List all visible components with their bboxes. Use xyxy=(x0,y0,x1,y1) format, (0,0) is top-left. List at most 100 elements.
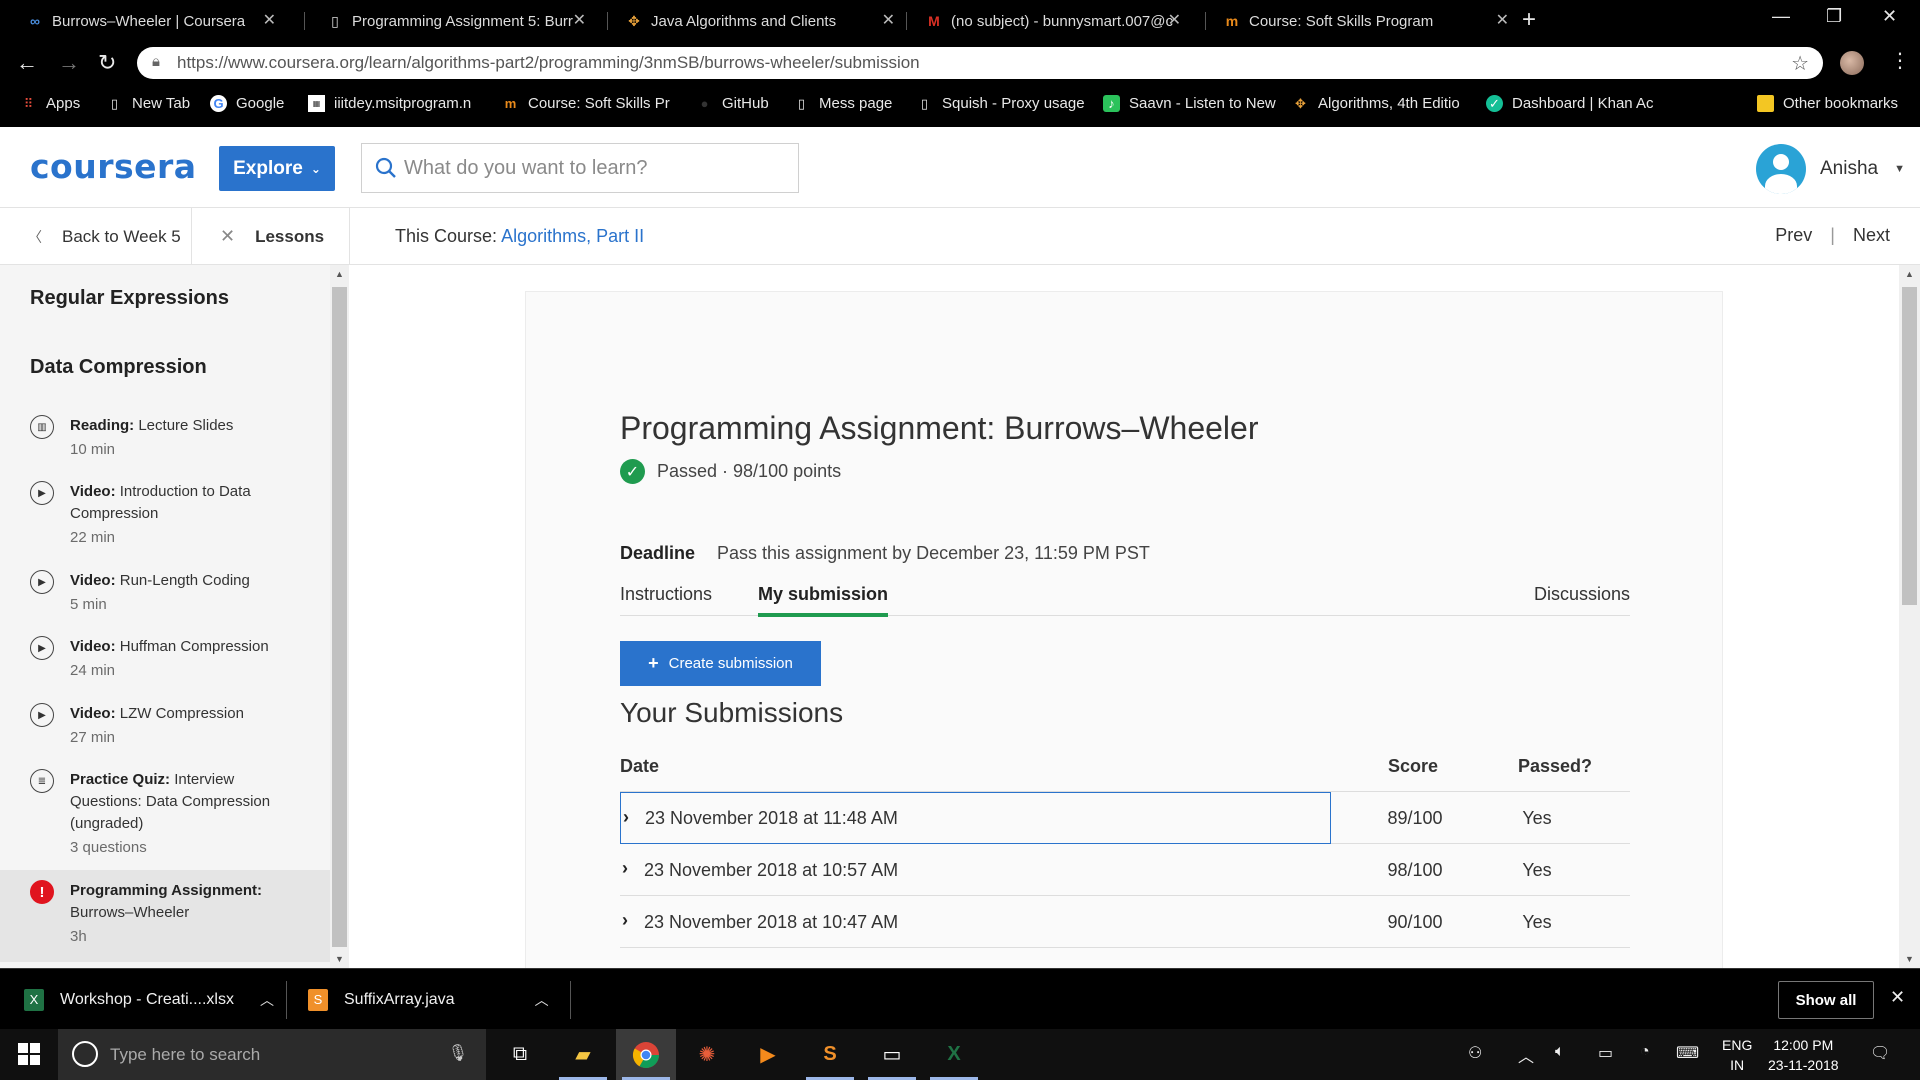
item-name-cont: Questions: Data Compression xyxy=(70,793,271,810)
bookmark-iiitdey[interactable]: ▦ iiitdey.msitprogram.n xyxy=(308,95,471,112)
download-item-xlsx[interactable]: X Workshop - Creati....xlsx ︿ xyxy=(24,969,274,1030)
restore-icon[interactable]: ❐ xyxy=(1826,6,1842,27)
table-row[interactable]: › 23 November 2018 at 11:48 AM 89/100 Ye… xyxy=(620,792,1630,844)
sidebar-item-run-length-coding[interactable]: ▶ Video: Run-Length Coding 5 min xyxy=(0,570,330,616)
tab-my-submission[interactable]: My submission xyxy=(758,584,888,605)
tab-discussions[interactable]: Discussions xyxy=(1534,584,1630,605)
bookmark-new-tab[interactable]: ▯ New Tab xyxy=(106,95,190,112)
terminal-icon[interactable]: ▭ xyxy=(862,1029,922,1080)
bookmark-mess-page[interactable]: ▯ Mess page xyxy=(793,95,892,112)
chevron-up-icon[interactable]: ︿ xyxy=(535,990,549,1010)
close-icon[interactable]: ✕ xyxy=(1168,10,1181,30)
windows-start-icon[interactable] xyxy=(18,1043,40,1065)
excel-icon[interactable]: X xyxy=(924,1029,984,1080)
close-icon[interactable]: ✕ xyxy=(573,10,586,30)
tab-instructions[interactable]: Instructions xyxy=(620,584,712,605)
lessons-toggle[interactable]: ✕ Lessons xyxy=(192,208,350,265)
table-row[interactable]: › 23 November 2018 at 10:47 AM 90/100 Ye… xyxy=(620,896,1630,948)
back-arrow-icon[interactable]: ← xyxy=(16,50,38,76)
date-cell[interactable]: › 23 November 2018 at 10:57 AM xyxy=(620,844,1331,896)
close-icon[interactable]: ✕ xyxy=(882,10,895,30)
chrome-icon[interactable] xyxy=(616,1029,676,1080)
taskbar-search-input[interactable]: Type here to search 🎙︎ xyxy=(58,1029,486,1080)
file-explorer-icon[interactable]: ▰ xyxy=(553,1029,613,1080)
course-link[interactable]: Algorithms, Part II xyxy=(501,226,644,246)
new-tab-button[interactable]: + xyxy=(1522,6,1536,34)
bookmark-star-icon[interactable]: ☆ xyxy=(1791,51,1809,76)
create-submission-button[interactable]: + Create submission xyxy=(620,641,821,686)
task-view-icon[interactable]: ⧉ xyxy=(490,1029,550,1080)
close-icon[interactable]: ✕ xyxy=(1890,987,1905,1008)
bookmark-saavn[interactable]: ♪ Saavn - Listen to New xyxy=(1103,95,1276,112)
item-duration: 22 min xyxy=(70,529,116,546)
sidebar-item-lzw-compression[interactable]: ▶ Video: LZW Compression 27 min xyxy=(0,703,330,749)
prev-link[interactable]: Prev xyxy=(1775,225,1812,246)
browser-tab-gmail[interactable]: M (no subject) - bunnysmart.007@c ✕ xyxy=(925,6,1181,36)
search-input[interactable]: What do you want to learn? xyxy=(361,143,799,193)
next-link[interactable]: Next xyxy=(1853,225,1890,246)
media-player-icon[interactable]: ▶ xyxy=(738,1029,798,1080)
sidebar-item-lecture-slides[interactable]: ▥ Reading: Lecture Slides 10 min xyxy=(0,415,330,461)
scroll-down-arrow-icon[interactable]: ▼ xyxy=(1905,954,1914,964)
sidebar-item-intro-data-compression[interactable]: ▶ Video: Introduction to Data Compression… xyxy=(0,481,330,549)
people-icon[interactable]: ⚇ xyxy=(1468,1043,1482,1063)
back-to-week-link[interactable]: 〈 Back to Week 5 xyxy=(0,208,192,265)
battery-icon[interactable]: ▭ xyxy=(1598,1043,1613,1063)
scroll-down-arrow-icon[interactable]: ▼ xyxy=(335,954,344,964)
reload-icon[interactable]: ↻ xyxy=(98,50,116,76)
close-icon[interactable]: ✕ xyxy=(263,10,276,30)
page-scrollbar[interactable]: ▲ ▼ xyxy=(1899,265,1920,968)
section-title[interactable]: Data Compression xyxy=(30,356,207,379)
wifi-icon[interactable]: ◔ xyxy=(1640,1043,1650,1061)
address-bar[interactable]: 🔒︎ https://www.coursera.org/learn/algori… xyxy=(137,47,1823,79)
section-title[interactable]: Regular Expressions xyxy=(30,287,229,310)
item-type: Video: xyxy=(70,572,116,589)
scroll-up-arrow-icon[interactable]: ▲ xyxy=(1905,269,1914,279)
scrollbar-thumb[interactable] xyxy=(1902,287,1917,605)
sidebar-scrollbar[interactable]: ▲ ▼ xyxy=(330,265,349,968)
browser-tab-soft-skills[interactable]: m Course: Soft Skills Program ✕ xyxy=(1223,6,1509,36)
browser-tab-java-algorithms[interactable]: ✥ Java Algorithms and Clients ✕ xyxy=(625,6,895,36)
profile-avatar[interactable] xyxy=(1840,51,1864,75)
item-type: Video: xyxy=(70,638,116,655)
menu-dots-icon[interactable]: ⋮ xyxy=(1890,48,1910,73)
bookmark-khan-academy[interactable]: ✓ Dashboard | Khan Ac xyxy=(1486,95,1654,112)
sidebar-item-huffman-compression[interactable]: ▶ Video: Huffman Compression 24 min xyxy=(0,636,330,682)
scroll-up-arrow-icon[interactable]: ▲ xyxy=(335,269,344,279)
sidebar-item-programming-assignment[interactable]: ! Programming Assignment: Burrows–Wheeler… xyxy=(0,870,330,962)
browser-tab-coursera[interactable]: ∞ Burrows–Wheeler | Coursera ✕ xyxy=(26,6,276,36)
app-icon[interactable]: ✺ xyxy=(677,1029,737,1080)
bookmark-github[interactable]: ● GitHub xyxy=(696,95,769,112)
bookmark-squish[interactable]: ▯ Squish - Proxy usage xyxy=(916,95,1085,112)
chevron-up-icon[interactable]: ︿ xyxy=(1518,1043,1534,1067)
user-menu[interactable]: Anisha ▼ xyxy=(1756,144,1905,194)
browser-tab-assignment[interactable]: ▯ Programming Assignment 5: Burr ✕ xyxy=(326,6,586,36)
bookmark-soft-skills[interactable]: m Course: Soft Skills Pr xyxy=(502,95,670,112)
bookmark-google[interactable]: G Google xyxy=(210,95,284,112)
notification-icon[interactable]: 🗨︎ xyxy=(1870,1043,1890,1063)
show-all-button[interactable]: Show all xyxy=(1778,981,1874,1019)
download-item-java[interactable]: S SuffixArray.java ︿ xyxy=(308,969,549,1030)
volume-icon[interactable]: 🔈︎ xyxy=(1555,1043,1565,1061)
close-icon[interactable]: ✕ xyxy=(1496,10,1509,30)
system-clock[interactable]: 12:00 PM 23-11-2018 xyxy=(1768,1035,1839,1075)
bookmark-algorithms[interactable]: ✥ Algorithms, 4th Editio xyxy=(1292,95,1460,112)
tab-title: Programming Assignment 5: Burr xyxy=(352,12,573,30)
explore-button[interactable]: Explore ⌄ xyxy=(219,146,335,191)
coursera-logo[interactable]: coursera xyxy=(30,147,197,186)
minimize-icon[interactable]: — xyxy=(1772,6,1790,27)
forward-arrow-icon[interactable]: → xyxy=(58,50,80,76)
date-cell[interactable]: › 23 November 2018 at 10:47 AM xyxy=(620,896,1331,948)
microphone-icon[interactable]: 🎙︎ xyxy=(448,1043,468,1063)
bookmark-apps[interactable]: ⠿ Apps xyxy=(20,95,80,112)
table-row[interactable]: › 23 November 2018 at 10:57 AM 98/100 Ye… xyxy=(620,844,1630,896)
keyboard-icon[interactable]: ⌨ xyxy=(1676,1043,1699,1063)
window-close-icon[interactable]: ✕ xyxy=(1882,6,1897,27)
sublime-text-icon[interactable]: S xyxy=(800,1029,860,1080)
date-cell[interactable]: › 23 November 2018 at 11:48 AM xyxy=(620,792,1331,844)
sidebar-item-practice-quiz[interactable]: ≣ Practice Quiz: Interview Questions: Dat… xyxy=(0,769,330,859)
scrollbar-thumb[interactable] xyxy=(332,287,347,947)
bookmark-other[interactable]: Other bookmarks xyxy=(1757,95,1898,112)
language-indicator[interactable]: ENG IN xyxy=(1722,1035,1752,1075)
chevron-up-icon[interactable]: ︿ xyxy=(260,990,274,1010)
